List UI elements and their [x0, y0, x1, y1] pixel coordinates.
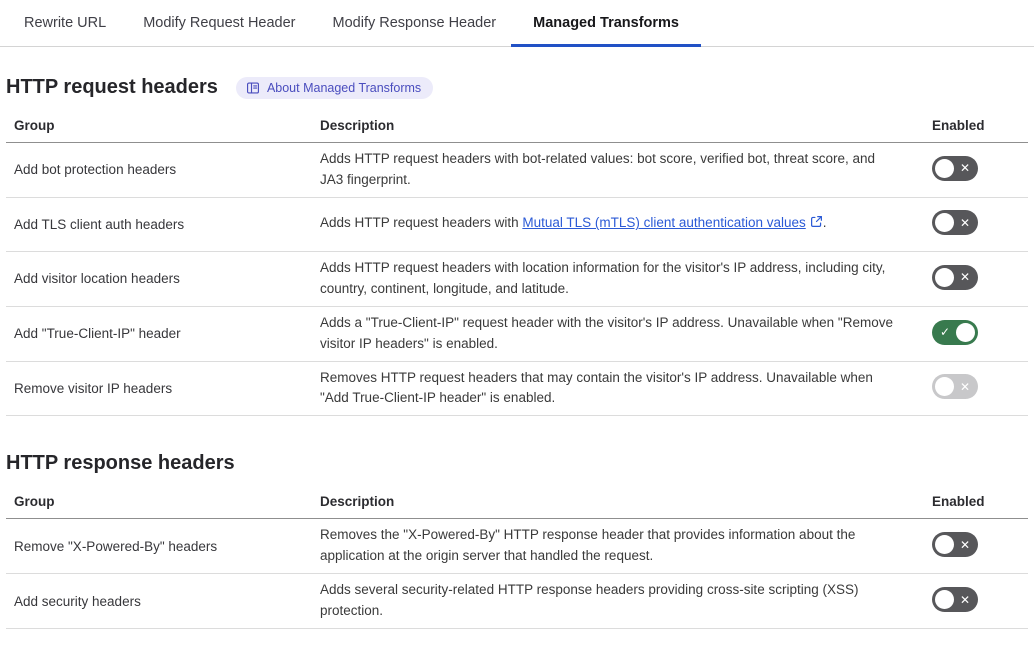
enabled-cell: ✓ ✕ — [924, 374, 1020, 402]
description-cell: Removes the "X-Powered-By" HTTP response… — [320, 525, 924, 567]
column-header-group: Group — [14, 494, 320, 509]
external-link-icon — [810, 214, 823, 235]
mtls-link[interactable]: Mutual TLS (mTLS) client authentication … — [522, 215, 805, 230]
enabled-toggle[interactable]: ✓ ✕ — [932, 320, 978, 345]
toggle-knob — [935, 159, 954, 178]
table-row: Remove "X-Powered-By" headers Removes th… — [6, 519, 1028, 574]
description-cell: Adds a "True-Client-IP" request header w… — [320, 313, 924, 355]
table-row: Add bot protection headers Adds HTTP req… — [6, 143, 1028, 198]
x-icon: ✕ — [960, 374, 970, 399]
request-section-header: HTTP request headers About Managed Trans… — [6, 76, 1028, 99]
enabled-cell: ✓ ✕ — [924, 265, 1020, 293]
enabled-toggle[interactable]: ✓ ✕ — [932, 532, 978, 557]
toggle-knob — [935, 213, 954, 232]
check-icon: ✓ — [940, 320, 950, 345]
group-cell: Add visitor location headers — [14, 271, 320, 286]
group-cell: Add TLS client auth headers — [14, 217, 320, 232]
enabled-cell: ✓ ✕ — [924, 532, 1020, 560]
toggle-knob — [956, 323, 975, 342]
about-managed-transforms-badge[interactable]: About Managed Transforms — [236, 77, 433, 99]
table-row: Add "True-Client-IP" header Adds a "True… — [6, 307, 1028, 362]
group-cell: Remove "X-Powered-By" headers — [14, 539, 320, 554]
table-header-row: Group Description Enabled — [6, 109, 1028, 143]
badge-label: About Managed Transforms — [267, 81, 421, 95]
response-section-header: HTTP response headers — [6, 452, 1028, 475]
table-row: Add security headers Adds several securi… — [6, 574, 1028, 629]
toggle-knob — [935, 377, 954, 396]
group-cell: Remove visitor IP headers — [14, 381, 320, 396]
enabled-cell: ✓ ✕ — [924, 156, 1020, 184]
description-cell: Removes HTTP request headers that may co… — [320, 368, 924, 410]
enabled-toggle[interactable]: ✓ ✕ — [932, 265, 978, 290]
group-cell: Add security headers — [14, 594, 320, 609]
tab-bar: Rewrite URL Modify Request Header Modify… — [0, 0, 1034, 47]
enabled-cell: ✓ ✕ — [924, 210, 1020, 238]
description-cell: Adds HTTP request headers with location … — [320, 258, 924, 300]
tab-rewrite-url[interactable]: Rewrite URL — [24, 0, 106, 46]
group-cell: Add "True-Client-IP" header — [14, 326, 320, 341]
x-icon: ✕ — [960, 210, 970, 235]
enabled-toggle[interactable]: ✓ ✕ — [932, 210, 978, 235]
response-headers-table: Group Description Enabled Remove "X-Powe… — [6, 485, 1028, 629]
table-row: Add TLS client auth headers Adds HTTP re… — [6, 198, 1028, 252]
x-icon: ✕ — [960, 532, 970, 557]
column-header-group: Group — [14, 118, 320, 133]
column-header-enabled: Enabled — [924, 494, 1020, 509]
toggle-knob — [935, 590, 954, 609]
x-icon: ✕ — [960, 156, 970, 181]
tab-modify-response-header[interactable]: Modify Response Header — [333, 0, 497, 46]
description-text: Adds HTTP request headers with — [320, 215, 522, 230]
column-header-description: Description — [320, 118, 924, 133]
x-icon: ✕ — [960, 265, 970, 290]
enabled-cell: ✓ ✕ — [924, 320, 1020, 348]
tab-modify-request-header[interactable]: Modify Request Header — [143, 0, 295, 46]
enabled-toggle[interactable]: ✓ ✕ — [932, 587, 978, 612]
description-cell: Adds HTTP request headers with Mutual TL… — [320, 213, 924, 235]
column-header-enabled: Enabled — [924, 118, 1020, 133]
column-header-description: Description — [320, 494, 924, 509]
request-headers-table: Group Description Enabled Add bot protec… — [6, 109, 1028, 416]
description-cell: Adds several security-related HTTP respo… — [320, 580, 924, 622]
description-text: . — [823, 215, 827, 230]
toggle-knob — [935, 268, 954, 287]
toggle-knob — [935, 535, 954, 554]
main-content: HTTP request headers About Managed Trans… — [0, 76, 1034, 629]
enabled-toggle: ✓ ✕ — [932, 374, 978, 399]
response-section-title: HTTP response headers — [6, 452, 235, 475]
enabled-cell: ✓ ✕ — [924, 587, 1020, 615]
table-header-row: Group Description Enabled — [6, 485, 1028, 519]
enabled-toggle[interactable]: ✓ ✕ — [932, 156, 978, 181]
group-cell: Add bot protection headers — [14, 162, 320, 177]
x-icon: ✕ — [960, 587, 970, 612]
table-row: Remove visitor IP headers Removes HTTP r… — [6, 362, 1028, 417]
request-section-title: HTTP request headers — [6, 76, 218, 99]
table-row: Add visitor location headers Adds HTTP r… — [6, 252, 1028, 307]
book-icon — [246, 81, 260, 95]
description-cell: Adds HTTP request headers with bot-relat… — [320, 149, 924, 191]
tab-managed-transforms[interactable]: Managed Transforms — [533, 0, 679, 46]
